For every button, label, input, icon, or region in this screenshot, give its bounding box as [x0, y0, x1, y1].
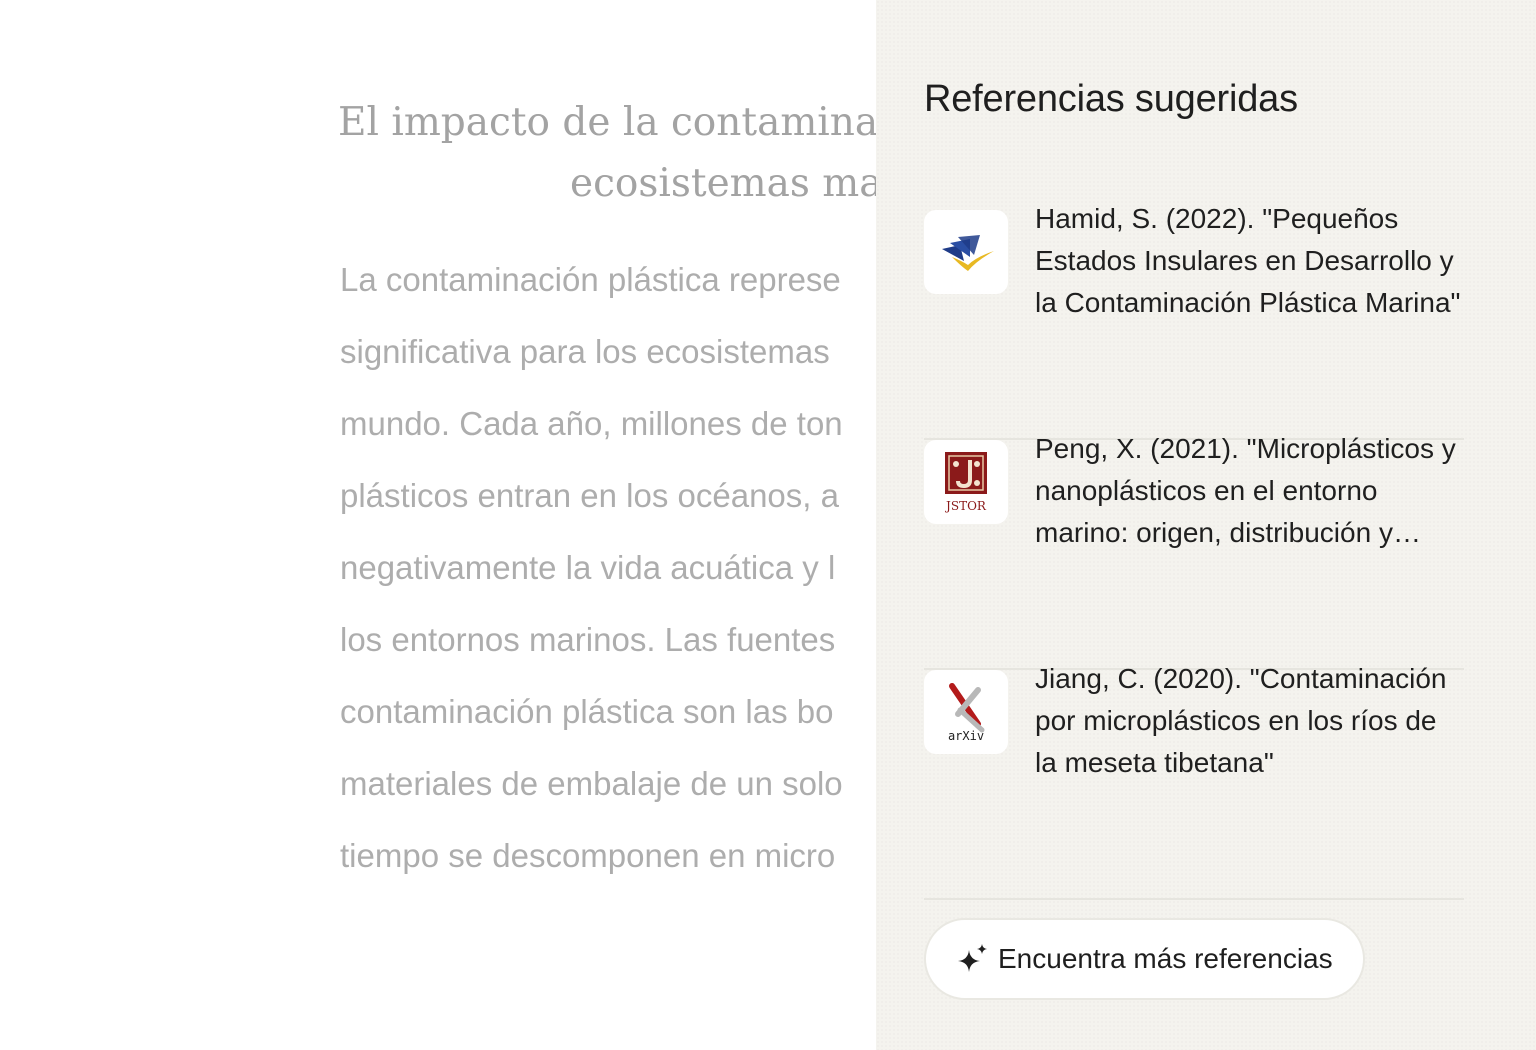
- reference-citation: Hamid, S. (2022). "Pequeños Estados Insu…: [1035, 203, 1461, 318]
- arxiv-logo-text: arXiv: [948, 729, 984, 743]
- document-line: mundo. Cada año, millones de ton: [340, 405, 843, 442]
- document-line: materiales de embalaje de un solo: [340, 765, 843, 802]
- document-title-line: ecosistemas mar: [570, 161, 876, 206]
- reference-item[interactable]: JSTOR Peng, X. (2021). "Microplásticos y…: [924, 433, 1464, 670]
- reference-citation: Jiang, C. (2020). "Contaminación por mic…: [1035, 663, 1447, 778]
- reference-item[interactable]: arXiv Jiang, C. (2020). "Contaminación p…: [924, 663, 1464, 900]
- document-title[interactable]: El impacto de la contaminaci ecosistemas…: [338, 92, 876, 214]
- document-body[interactable]: La contaminación plástica represe signif…: [340, 244, 843, 892]
- reference-item[interactable]: Hamid, S. (2022). "Pequeños Estados Insu…: [924, 203, 1464, 440]
- document-line: tiempo se descomponen en micro: [340, 837, 836, 874]
- arxiv-icon: arXiv: [924, 670, 1008, 754]
- jstor-logo-text: JSTOR: [944, 499, 987, 513]
- document-line: plásticos entran en los océanos, a: [340, 477, 839, 514]
- document-line: los entornos marinos. Las fuentes: [340, 621, 836, 658]
- document-line: contaminación plástica son las bo: [340, 693, 834, 730]
- reference-citation: Peng, X. (2021). "Microplásticos y nanop…: [1035, 433, 1456, 548]
- find-more-references-button[interactable]: Encuentra más referencias: [924, 918, 1365, 1000]
- references-panel: Referencias sugeridas Hamid, S. (2022). …: [876, 0, 1536, 1050]
- digital-library-icon: [924, 210, 1008, 294]
- jstor-icon: JSTOR: [924, 440, 1008, 524]
- find-more-references-label: Encuentra más referencias: [998, 943, 1333, 974]
- document-line: significativa para los ecosistemas: [340, 333, 830, 370]
- document-line: negativamente la vida acuática y l: [340, 549, 836, 586]
- document-title-line: El impacto de la contaminaci: [338, 100, 876, 145]
- document-line: La contaminación plástica represe: [340, 261, 841, 298]
- sparkle-icon: [956, 942, 990, 976]
- panel-title: Referencias sugeridas: [924, 78, 1298, 120]
- document-editor: El impacto de la contaminaci ecosistemas…: [0, 0, 876, 1050]
